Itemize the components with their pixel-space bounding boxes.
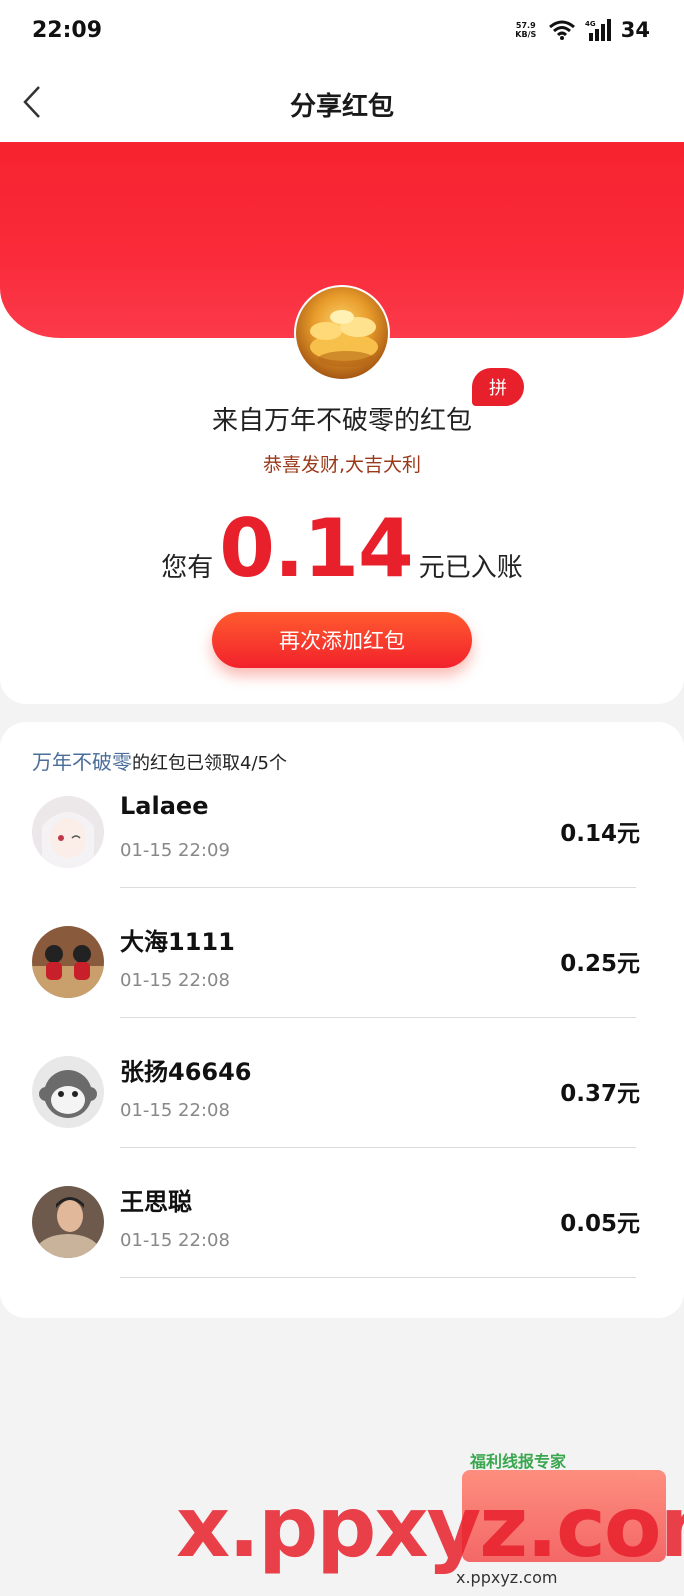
status-time: 22:09 <box>32 18 103 43</box>
avatar <box>32 1056 104 1128</box>
claim-time: 01-15 22:08 <box>120 1100 230 1121</box>
list-item[interactable]: 张扬46646 01-15 22:08 0.37元 <box>0 1018 684 1148</box>
monkey-avatar-icon <box>32 1056 104 1128</box>
status-icons: 57.9 KB/S 4G 34 <box>513 18 650 42</box>
avatar <box>32 796 104 868</box>
list-item[interactable]: Lalaee 01-15 22:09 0.14元 <box>0 758 684 888</box>
amount-prefix: 您有 <box>161 553 214 583</box>
divider <box>120 1277 636 1278</box>
claimer-name: Lalaee <box>120 792 209 820</box>
person-photo-avatar-icon <box>32 1186 104 1258</box>
nav-bar: 分享红包 <box>0 64 684 142</box>
network-speed: 57.9 KB/S <box>513 21 539 39</box>
claim-amount: 0.05元 <box>560 1211 640 1237</box>
claim-amount: 0.37元 <box>560 1081 640 1107</box>
claimer-name: 王思聪 <box>120 1188 192 1216</box>
gold-ingot-icon <box>310 310 378 367</box>
claim-time: 01-15 22:08 <box>120 1230 230 1251</box>
avatar <box>32 926 104 998</box>
status-bar: 22:09 57.9 KB/S 4G 34 <box>0 0 684 64</box>
network-speed-value: 57.9 <box>515 21 536 30</box>
list-item[interactable]: 王思聪 01-15 22:08 0.05元 <box>0 1148 684 1278</box>
avatar <box>32 1186 104 1258</box>
anime-girl-avatar-icon <box>32 796 104 868</box>
watermark-url: x.ppxyz.com <box>456 1568 558 1587</box>
claim-time: 01-15 22:09 <box>120 840 230 861</box>
cellular-signal-icon: 4G <box>585 19 611 41</box>
battery-level: 34 <box>620 18 650 42</box>
page: 22:09 57.9 KB/S 4G 34 分享红包 拼 来自万年不破零的红包 … <box>0 0 684 1596</box>
watermark-app-label: 福利线报专家 <box>470 1452 567 1471</box>
list-item[interactable]: 大海1111 01-15 22:08 0.25元 <box>0 888 684 1018</box>
network-speed-unit: KB/S <box>515 30 537 39</box>
wifi-icon <box>548 20 575 40</box>
amount-value: 0.14 <box>219 502 413 595</box>
claim-amount: 0.14元 <box>560 821 640 847</box>
red-packet-card: 拼 来自万年不破零的红包 恭喜发财,大吉大利 您有 0.14 元已入账 再次添加… <box>0 142 684 704</box>
packet-from: 来自万年不破零的红包 <box>211 406 472 436</box>
figurines-avatar-icon <box>32 926 104 998</box>
claimer-name: 张扬46646 <box>120 1058 252 1086</box>
claimer-name: 大海1111 <box>120 928 235 956</box>
claim-time: 01-15 22:08 <box>120 970 230 991</box>
amount-suffix: 元已入账 <box>418 553 523 583</box>
add-red-packet-button[interactable]: 再次添加红包 <box>212 612 472 668</box>
claim-list-card: 万年不破零的红包已领取4/5个 Lalaee 01-15 22:09 0.14元 <box>0 722 684 1318</box>
received-amount: 您有 0.14 元已入账 <box>0 502 684 595</box>
packet-blessing: 恭喜发财,大吉大利 <box>262 454 422 476</box>
watermark-text: x.ppxyz.com <box>176 1478 684 1576</box>
signal-label: 4G <box>585 20 596 28</box>
sender-avatar <box>294 285 390 381</box>
page-title: 分享红包 <box>289 92 394 122</box>
claim-amount: 0.25元 <box>560 951 640 977</box>
